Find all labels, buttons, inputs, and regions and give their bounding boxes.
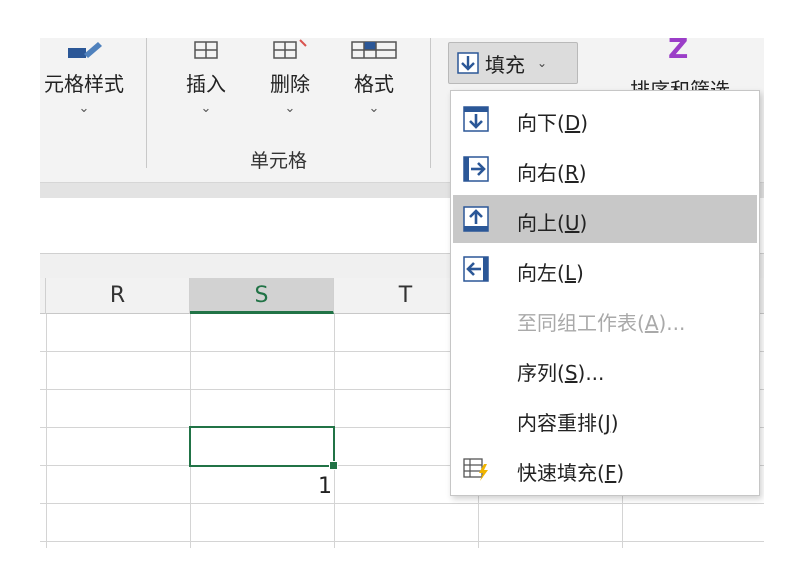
insert-label: 插入 xyxy=(186,72,226,96)
chevron-down-icon: ⌄ xyxy=(368,101,380,116)
menu-item-series[interactable]: 序列(S)... xyxy=(453,345,757,393)
selected-cell[interactable] xyxy=(189,426,335,467)
cell-styles-icon xyxy=(68,42,102,58)
cells-group-label: 单元格 xyxy=(250,150,308,172)
menu-item-fill-up[interactable]: 向上(U) xyxy=(453,195,757,243)
format-label: 格式 xyxy=(354,72,394,96)
fill-right-icon xyxy=(463,156,489,182)
cell-styles-button[interactable]: 元格样式 ⌄ xyxy=(40,38,132,116)
column-header-s[interactable]: S xyxy=(190,278,334,314)
grid-line xyxy=(40,541,764,542)
chevron-down-icon: ⌄ xyxy=(200,101,212,116)
menu-item-flash-fill[interactable]: 快速填充(F) xyxy=(453,445,757,493)
delete-cells-icon xyxy=(273,39,307,59)
format-cells-icon xyxy=(351,41,397,59)
chevron-down-icon: ⌄ xyxy=(537,56,548,70)
cell-value[interactable]: 1 xyxy=(306,474,332,499)
menu-item-fill-left[interactable]: 向左(L) xyxy=(453,245,757,293)
insert-cells-icon xyxy=(194,41,218,59)
column-header-r[interactable]: R xyxy=(46,278,190,314)
menu-item-fill-down[interactable]: 向下(D) xyxy=(453,95,757,143)
fill-dropdown-menu: 向下(D) 向右(R) 向上(U) 向左(L) 至同组工作表(A)... 序列(… xyxy=(450,90,760,496)
fill-button[interactable]: 填充 ⌄ xyxy=(448,42,578,84)
grid-line xyxy=(46,314,47,548)
fill-handle[interactable] xyxy=(329,461,338,470)
screenshot-stage: 元格样式 ⌄ 插入 ⌄ 删除 ⌄ 格式 ⌄ 单元格 填充 ⌄ Z R S T 1… xyxy=(0,0,804,588)
chevron-down-icon: ⌄ xyxy=(284,101,296,116)
menu-item-across-worksheets: 至同组工作表(A)... xyxy=(517,311,686,335)
flash-fill-icon xyxy=(463,458,488,481)
ribbon-separator xyxy=(430,38,431,168)
fill-label: 填充 xyxy=(485,52,525,77)
ribbon-separator xyxy=(146,38,147,168)
insert-button[interactable]: 插入 ⌄ xyxy=(174,38,238,116)
fill-left-icon xyxy=(463,256,489,282)
grid-line xyxy=(40,503,764,504)
excel-window: 元格样式 ⌄ 插入 ⌄ 删除 ⌄ 格式 ⌄ 单元格 填充 ⌄ Z R S T 1… xyxy=(40,38,764,548)
delete-button[interactable]: 删除 ⌄ xyxy=(258,38,322,116)
chevron-down-icon: ⌄ xyxy=(78,101,90,116)
cell-styles-label: 元格样式 xyxy=(44,72,124,96)
delete-label: 删除 xyxy=(270,72,310,96)
menu-item-fill-right[interactable]: 向右(R) xyxy=(453,145,757,193)
fill-up-icon xyxy=(463,206,489,232)
sort-filter-icon: Z xyxy=(668,38,689,65)
menu-item-justify[interactable]: 内容重排(J) xyxy=(453,395,757,443)
fill-down-icon xyxy=(457,52,479,74)
format-button[interactable]: 格式 ⌄ xyxy=(340,38,408,116)
fill-down-icon xyxy=(463,106,489,132)
